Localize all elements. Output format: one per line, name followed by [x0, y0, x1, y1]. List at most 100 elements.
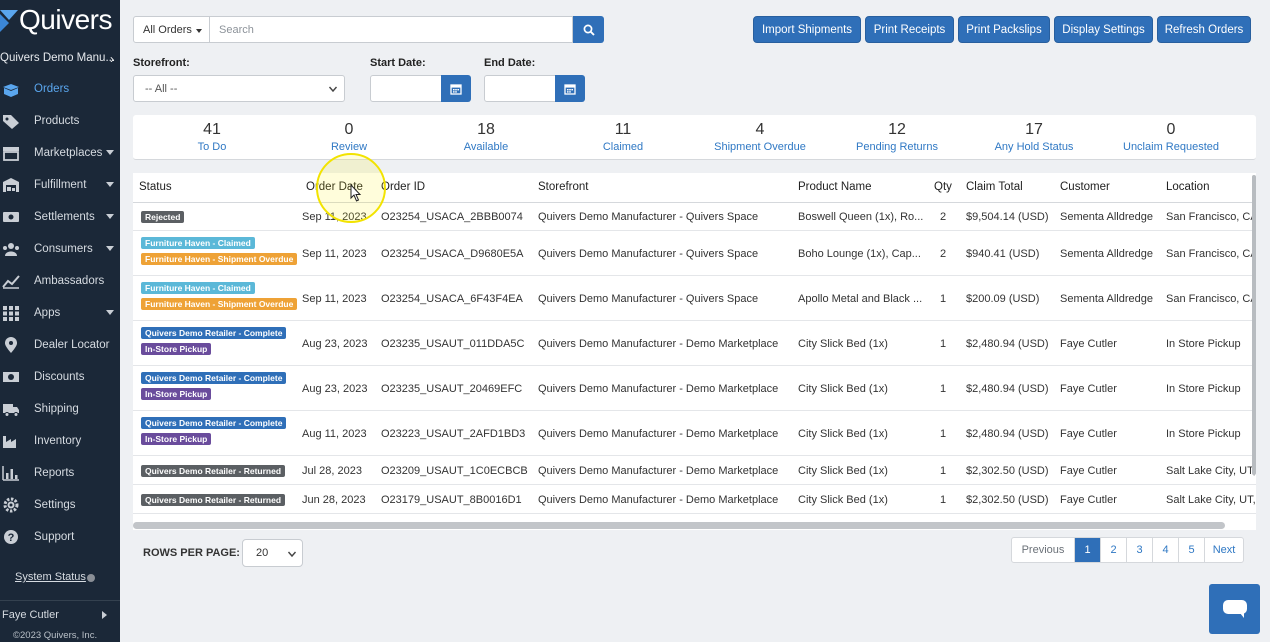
- search-input[interactable]: [210, 16, 573, 43]
- horizontal-scrollbar[interactable]: [133, 522, 1225, 529]
- sidebar-item-support[interactable]: ? Support: [0, 521, 120, 553]
- sidebar-item-shipping[interactable]: Shipping: [0, 393, 120, 425]
- vertical-scrollbar[interactable]: [1252, 175, 1256, 475]
- order-id-cell: O23254_USACA_6F43F4EA: [381, 292, 523, 305]
- import-shipments-button[interactable]: Import Shipments: [753, 16, 861, 43]
- rows-per-page-select[interactable]: 20: [242, 539, 303, 567]
- refresh-orders-button[interactable]: Refresh Orders: [1157, 16, 1251, 43]
- order-id-cell: O23254_USACA_D9680E5A: [381, 247, 524, 260]
- page-previous[interactable]: Previous: [1012, 538, 1074, 562]
- table-row[interactable]: Quivers Demo Retailer - Complete In-Store…: [133, 411, 1256, 456]
- sidebar-item-label: Reports: [34, 467, 75, 479]
- column-header-claim-total[interactable]: Claim Total: [966, 181, 1023, 193]
- question-circle-icon: ?: [4, 530, 18, 544]
- sidebar-item-dealer-locator[interactable]: Dealer Locator: [0, 329, 120, 361]
- customer-cell: Faye Cutler: [1060, 464, 1117, 477]
- table-row[interactable]: Furniture Haven - Claimed Furniture Haven…: [133, 276, 1256, 321]
- column-header-status[interactable]: Status: [139, 181, 172, 193]
- sidebar: Quivers Quivers Demo Manu... › Orders Pro…: [0, 0, 120, 642]
- column-header-location[interactable]: Location: [1166, 181, 1209, 193]
- sidebar-item-fulfillment[interactable]: Fulfillment: [0, 169, 120, 201]
- column-header-product-name[interactable]: Product Name: [798, 181, 872, 193]
- end-date-input[interactable]: [484, 75, 556, 102]
- table-row[interactable]: Quivers Demo Retailer - Returned Jun 28, …: [133, 485, 1256, 514]
- page-next[interactable]: Next: [1204, 538, 1243, 562]
- sidebar-item-settlements[interactable]: Settlements: [0, 201, 120, 233]
- caret-down-icon: [106, 310, 114, 315]
- storefront-cell: Quivers Demo Manufacturer - Quivers Spac…: [538, 211, 759, 223]
- sidebar-item-label: Settlements: [34, 211, 95, 223]
- table-row[interactable]: Quivers Demo Retailer - Returned Jul 28, …: [133, 456, 1256, 485]
- sidebar-item-label: Settings: [34, 499, 76, 511]
- stat-unclaim-requested[interactable]: 0 Unclaim Requested: [1101, 115, 1241, 153]
- stat-count: 0: [1166, 121, 1176, 138]
- search-icon: [583, 24, 595, 36]
- status-badge: Quivers Demo Retailer - Returned: [141, 464, 286, 477]
- stat-any-hold-status[interactable]: 17 Any Hold Status: [964, 115, 1104, 153]
- order-filter-dropdown[interactable]: All Orders: [133, 16, 210, 43]
- page-3[interactable]: 3: [1126, 538, 1152, 562]
- search-button[interactable]: [573, 16, 604, 43]
- sidebar-item-orders[interactable]: Orders: [0, 73, 120, 105]
- money-bill-icon: [3, 212, 19, 222]
- sidebar-item-ambassadors[interactable]: Ambassadors: [0, 265, 120, 297]
- display-settings-button[interactable]: Display Settings: [1054, 16, 1153, 43]
- stat-claimed[interactable]: 11 Claimed: [553, 115, 693, 153]
- start-date-picker-button[interactable]: [441, 75, 471, 102]
- sidebar-item-consumers[interactable]: Consumers: [0, 233, 120, 265]
- end-date-picker-button[interactable]: [555, 75, 585, 102]
- sidebar-item-settings[interactable]: Settings: [0, 489, 120, 521]
- stat-label[interactable]: Review: [279, 141, 419, 153]
- stat-available[interactable]: 18 Available: [416, 115, 556, 153]
- page-1[interactable]: 1: [1074, 538, 1100, 562]
- qty-cell: 1: [939, 292, 947, 305]
- sidebar-item-reports[interactable]: Reports: [0, 457, 120, 489]
- stat-pending-returns[interactable]: 12 Pending Returns: [827, 115, 967, 153]
- stat-label[interactable]: Shipment Overdue: [690, 141, 830, 153]
- print-packslips-button[interactable]: Print Packslips: [958, 16, 1050, 43]
- brand[interactable]: Quivers: [0, 2, 120, 36]
- stat-shipment-overdue[interactable]: 4 Shipment Overdue: [690, 115, 830, 153]
- page-2[interactable]: 2: [1100, 538, 1126, 562]
- stat-label[interactable]: Claimed: [553, 141, 693, 153]
- product-name-cell: City Slick Bed (1x): [798, 427, 888, 440]
- user-menu[interactable]: Faye Cutler: [2, 609, 59, 621]
- start-date-input[interactable]: [370, 75, 442, 102]
- sidebar-item-inventory[interactable]: Inventory: [0, 425, 120, 457]
- column-header-qty[interactable]: Qty: [934, 181, 952, 193]
- location-cell: San Francisco, CA: [1166, 211, 1256, 223]
- stat-label[interactable]: Pending Returns: [827, 141, 967, 153]
- org-switcher[interactable]: Quivers Demo Manu... ›: [0, 52, 120, 66]
- qty-cell: 1: [939, 337, 947, 350]
- table-row[interactable]: Rejected Sep 11, 2023 O23254_USACA_2BBB007…: [133, 203, 1256, 231]
- column-header-order-id[interactable]: Order ID: [381, 181, 425, 193]
- sidebar-item-apps[interactable]: Apps: [0, 297, 120, 329]
- customer-cell: Sementa Alldredge: [1060, 292, 1153, 305]
- column-header-storefront[interactable]: Storefront: [538, 181, 589, 193]
- product-name-cell: City Slick Bed (1x): [798, 337, 888, 350]
- stat-label[interactable]: Any Hold Status: [964, 141, 1104, 153]
- stat-label[interactable]: To Do: [142, 141, 282, 153]
- sidebar-item-marketplaces[interactable]: Marketplaces: [0, 137, 120, 169]
- page-5[interactable]: 5: [1178, 538, 1204, 562]
- qty-cell: 1: [939, 464, 947, 477]
- orders-table: Status Order Date Order ID Storefront Produc…: [133, 173, 1256, 530]
- system-status-link[interactable]: System Status: [15, 571, 86, 583]
- chat-widget-button[interactable]: [1209, 584, 1260, 634]
- table-row[interactable]: Furniture Haven - Claimed Furniture Haven…: [133, 231, 1256, 276]
- storefront-select[interactable]: -- All --: [133, 75, 345, 102]
- location-cell: San Francisco, CA: [1166, 247, 1256, 260]
- page-4[interactable]: 4: [1152, 538, 1178, 562]
- column-header-customer[interactable]: Customer: [1060, 181, 1110, 193]
- product-name-cell: Apollo Metal and Black ...: [798, 292, 923, 305]
- sidebar-item-discounts[interactable]: Discounts: [0, 361, 120, 393]
- stat-label[interactable]: Available: [416, 141, 556, 153]
- sidebar-item-label: Discounts: [34, 371, 85, 383]
- stat-to-do[interactable]: 41 To Do: [142, 115, 282, 153]
- table-row[interactable]: Quivers Demo Retailer - Complete In-Store…: [133, 366, 1256, 411]
- stat-label[interactable]: Unclaim Requested: [1101, 141, 1241, 153]
- sidebar-item-products[interactable]: Products: [0, 105, 120, 137]
- stat-review[interactable]: 0 Review: [279, 115, 419, 153]
- table-row[interactable]: Quivers Demo Retailer - Complete In-Store…: [133, 321, 1256, 366]
- print-receipts-button[interactable]: Print Receipts: [865, 16, 954, 43]
